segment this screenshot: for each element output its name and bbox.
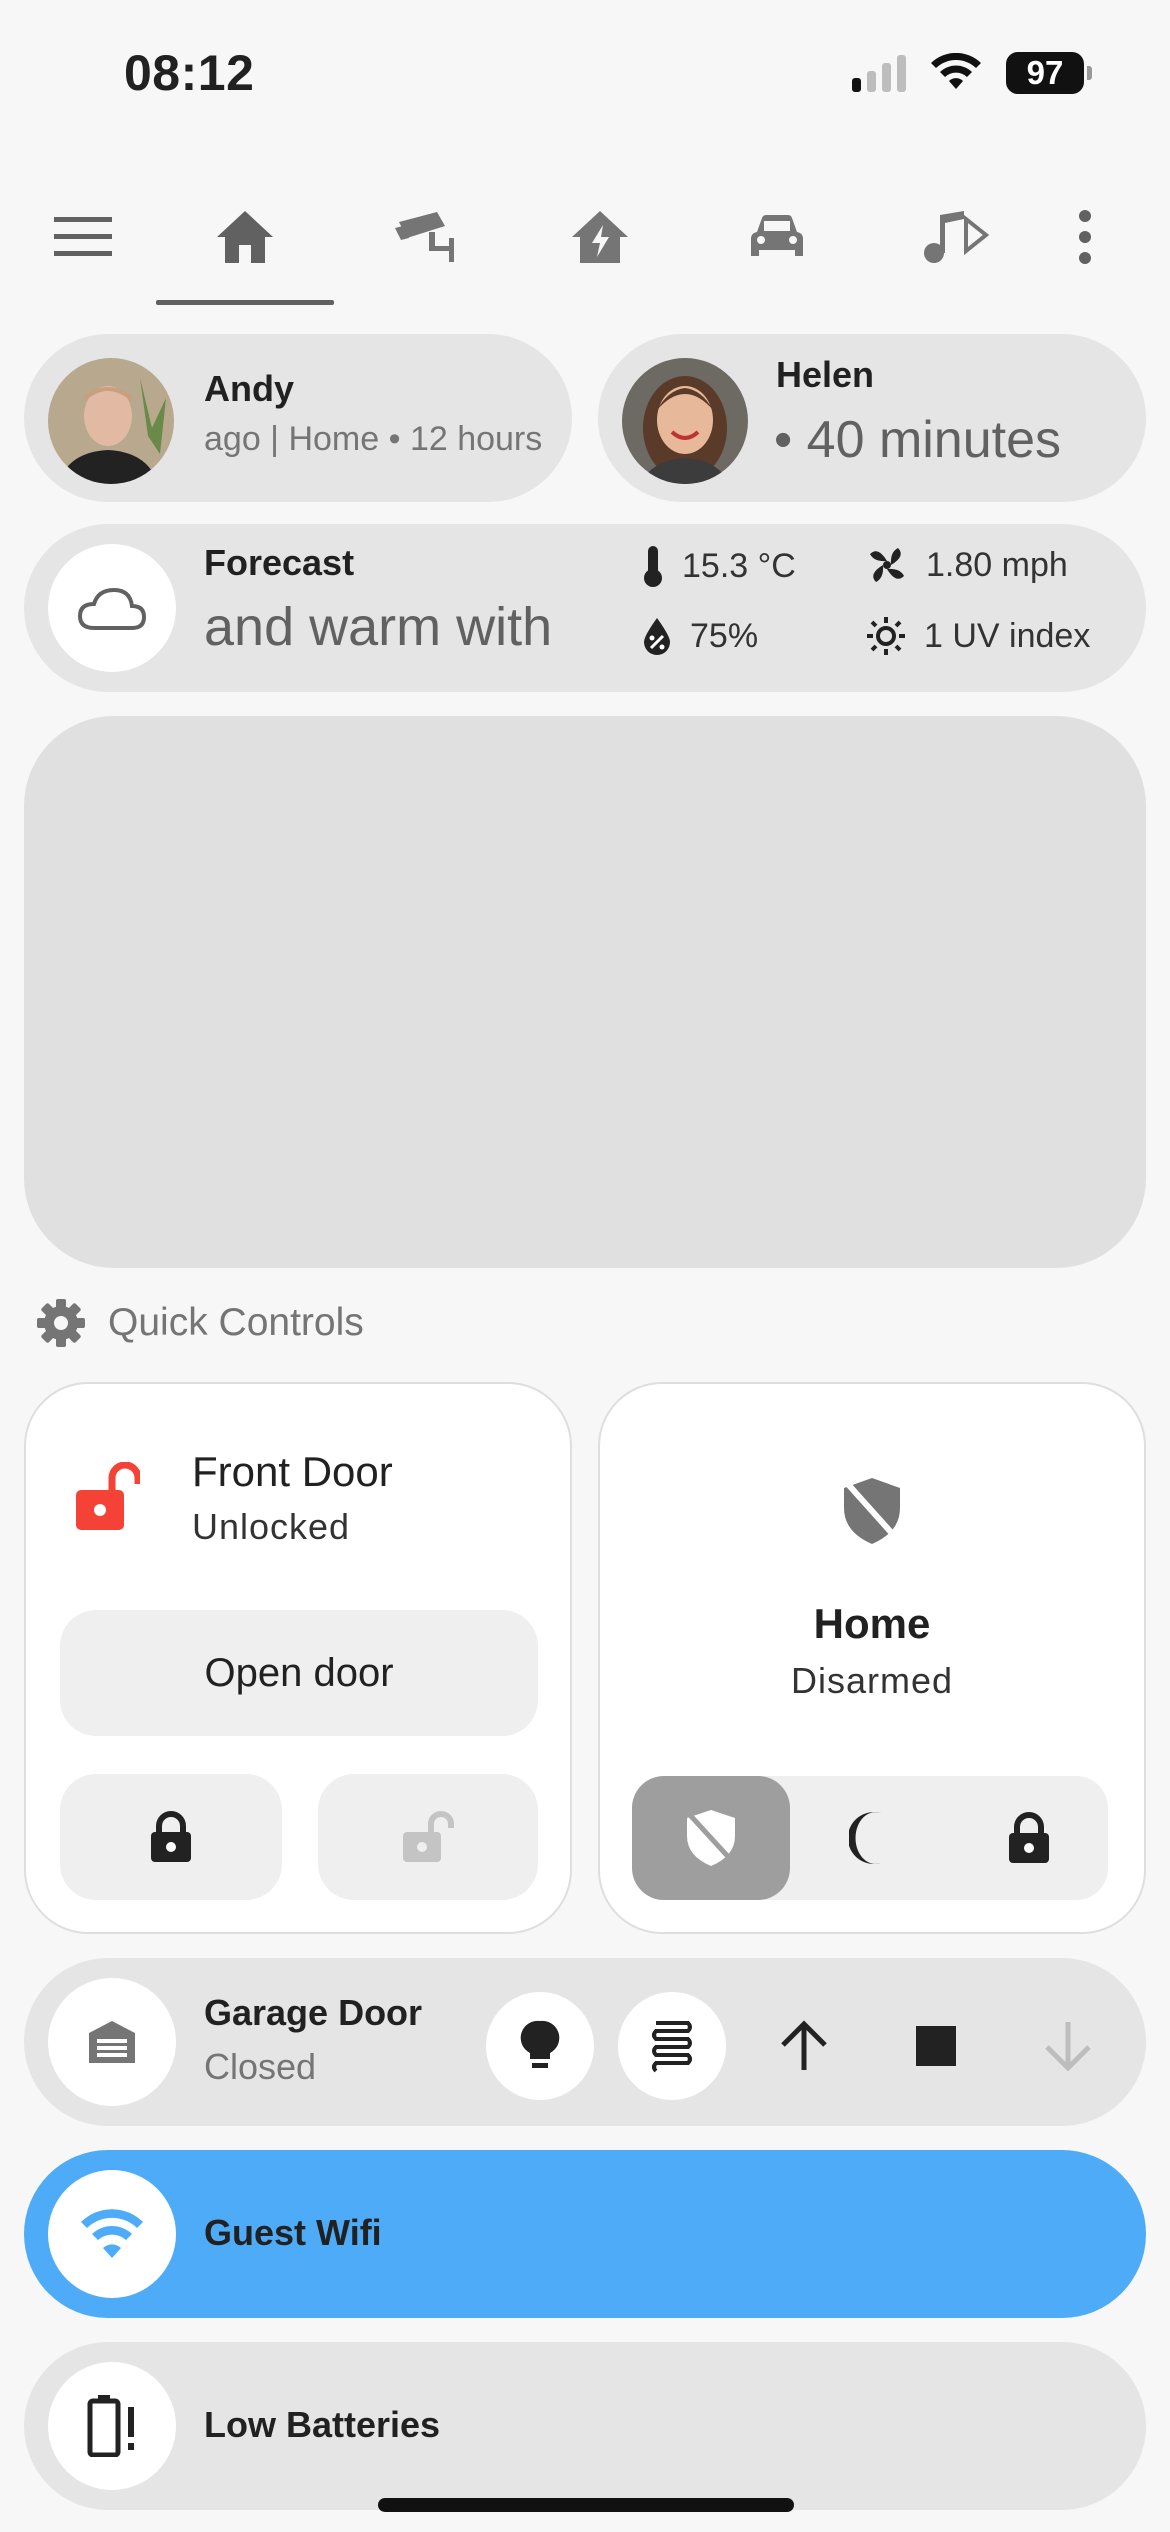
lock-icon (1009, 1812, 1049, 1863)
person-status: • 40 minutes (774, 411, 1062, 469)
gear-icon (37, 1299, 85, 1347)
garage-close-button[interactable] (1014, 1992, 1122, 2100)
disarm-mode-button[interactable] (632, 1776, 790, 1900)
battery-level: 97 (1006, 52, 1084, 94)
weather-condition: and warm with (204, 597, 553, 657)
active-tab-indicator (156, 300, 334, 305)
home-lightning-icon (572, 211, 628, 263)
media-placeholder-card[interactable] (24, 716, 1146, 1268)
status-indicators: 97 (852, 52, 1092, 94)
view-tab-bar (0, 180, 1170, 310)
cctv-icon (395, 212, 454, 262)
lock-icon (151, 1811, 191, 1862)
garage-icon (89, 2021, 135, 2063)
shield-off-icon (687, 1810, 735, 1866)
shield-off-icon[interactable] (840, 1476, 904, 1551)
moon-icon (849, 1812, 881, 1864)
wifi-icon-circle (48, 2170, 176, 2298)
night-mode-button[interactable] (790, 1776, 948, 1900)
unlock-button[interactable] (318, 1774, 538, 1900)
weather-icon-circle (48, 544, 176, 672)
arrow-up-icon (781, 2020, 827, 2070)
alarm-mode-selector (632, 1776, 1108, 1900)
avatar-helen (622, 358, 748, 484)
wifi-status-icon (931, 53, 981, 89)
garage-stop-button[interactable] (882, 1992, 990, 2100)
tab-security[interactable] (378, 192, 468, 282)
wifi-icon (81, 2209, 143, 2258)
person-name: Andy (204, 368, 294, 409)
battery-alert-icon (87, 2395, 134, 2457)
music-icon (924, 211, 990, 263)
tab-car[interactable] (732, 192, 822, 282)
tab-media[interactable] (910, 192, 1000, 282)
garage-open-button[interactable] (750, 1992, 858, 2100)
avatar-andy (48, 358, 174, 484)
lock-open-icon[interactable] (74, 1461, 142, 1537)
low-batteries-label: Low Batteries (204, 2404, 441, 2445)
lock-button[interactable] (60, 1774, 282, 1900)
water-percent-icon (644, 618, 670, 655)
car-icon (751, 215, 803, 256)
person-status: ago | Home • 12 hours (204, 420, 543, 458)
weather-forecast-card[interactable]: Forecast and warm with 15.3 °C 1.80 mph … (24, 524, 1146, 692)
stop-icon (916, 2026, 956, 2066)
garage-vent-button[interactable] (618, 1992, 726, 2100)
weather-wind: 1.80 mph (866, 544, 1068, 586)
lock-open-icon (403, 1811, 454, 1862)
guest-wifi-card[interactable]: Guest Wifi (24, 2150, 1146, 2318)
front-door-name: Front Door (192, 1448, 393, 1495)
uv-index-value: 1 UV index (924, 616, 1091, 655)
menu-button[interactable] (38, 192, 128, 282)
quick-controls-heading: Quick Controls (36, 1298, 364, 1348)
low-batteries-card[interactable]: Low Batteries (24, 2342, 1146, 2510)
fan-icon (870, 548, 904, 582)
weather-humidity: 75% (642, 616, 758, 656)
garage-light-button[interactable] (486, 1992, 594, 2100)
cloud-icon (77, 587, 147, 630)
temperature-value: 15.3 °C (682, 546, 796, 585)
weather-temperature: 15.3 °C (642, 544, 796, 588)
garage-door-card[interactable]: Garage Door Closed (24, 1958, 1146, 2126)
tab-home[interactable] (200, 192, 290, 282)
cellular-signal-icon (852, 54, 906, 92)
garage-state: Closed (204, 2046, 317, 2087)
front-door-state: Unlocked (192, 1506, 351, 1547)
open-door-button[interactable]: Open door (60, 1610, 538, 1736)
person-card-helen[interactable]: Helen • 40 minutes (598, 334, 1146, 502)
section-title-text: Quick Controls (108, 1301, 364, 1344)
more-options-button[interactable] (1040, 192, 1130, 282)
away-mode-button[interactable] (950, 1776, 1108, 1900)
humidity-value: 75% (690, 616, 759, 655)
arrow-down-icon (1045, 2022, 1091, 2072)
tab-energy[interactable] (555, 192, 645, 282)
alarm-state: Disarmed (790, 1660, 954, 1701)
wind-speed-value: 1.80 mph (926, 545, 1068, 584)
dots-vertical-icon (1079, 210, 1091, 264)
person-card-andy[interactable]: Andy ago | Home • 12 hours (24, 334, 572, 502)
garage-icon-circle (48, 1978, 176, 2106)
garage-name: Garage Door (204, 1992, 423, 2033)
home-icon (217, 211, 273, 263)
home-indicator (378, 2498, 794, 2512)
weather-title: Forecast (204, 542, 355, 583)
front-door-tile: Front Door Unlocked Open door (24, 1382, 572, 1934)
status-time: 08:12 (124, 45, 255, 101)
lightbulb-icon (520, 2020, 560, 2068)
battery-icon: 97 (1006, 52, 1092, 94)
guest-wifi-label: Guest Wifi (204, 2212, 382, 2253)
person-name: Helen (776, 354, 875, 395)
thermometer-icon (644, 546, 662, 587)
sun-icon (867, 617, 905, 655)
menu-icon (54, 217, 112, 256)
alarm-panel-tile: Home Disarmed (598, 1382, 1146, 1934)
radiator-icon (652, 2021, 692, 2073)
battery-alert-icon-circle (48, 2362, 176, 2490)
weather-uv: 1 UV index (866, 616, 1090, 656)
alarm-name: Home (813, 1600, 931, 1647)
